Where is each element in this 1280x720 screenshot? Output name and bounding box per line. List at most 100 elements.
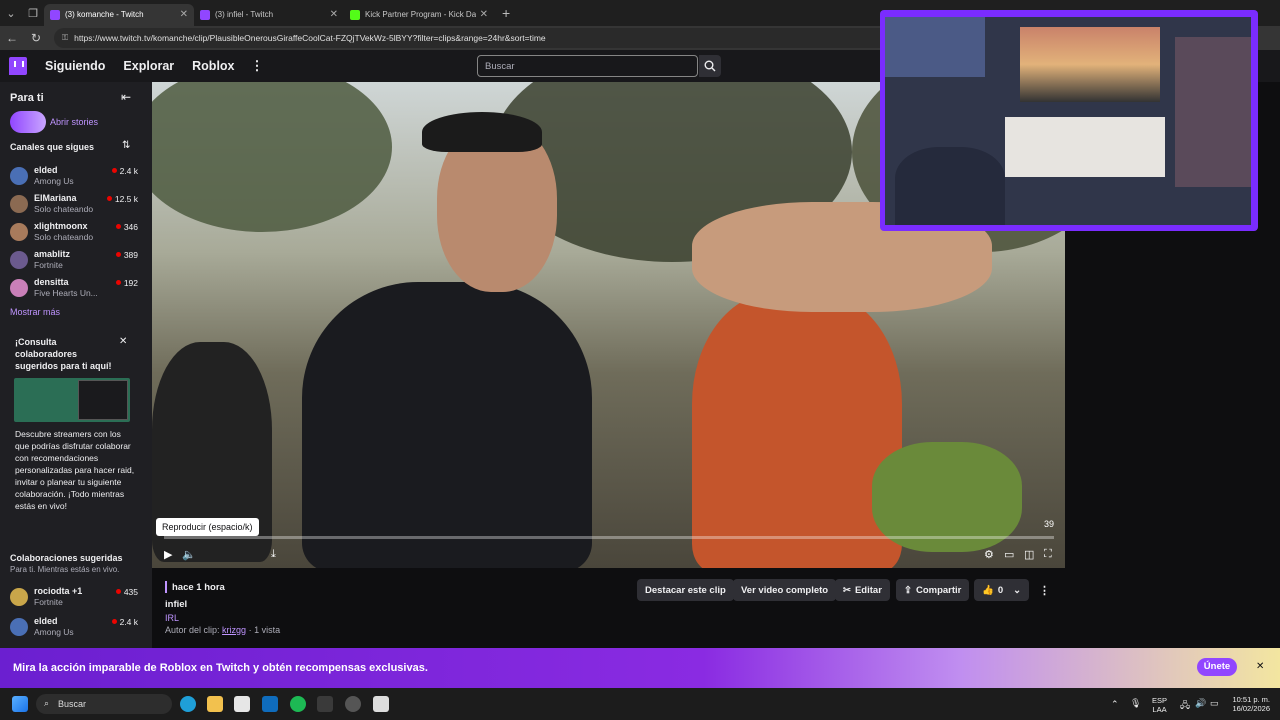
language-indicator[interactable]: ESP LAA: [1152, 696, 1167, 714]
time-text: 10:51 p. m.: [1232, 695, 1270, 704]
twitch-logo-icon[interactable]: [9, 57, 27, 75]
search-icon: [704, 60, 716, 72]
channel-name: densitta: [34, 277, 69, 287]
site-info-icon[interactable]: ⚿: [62, 33, 68, 43]
microphone-icon[interactable]: 🎙: [1130, 698, 1141, 709]
collab-channel[interactable]: elded Among Us 2.4 k: [10, 615, 138, 641]
view-count: · 1 vista: [248, 625, 281, 635]
clip-title: infiel: [165, 599, 188, 610]
reload-icon[interactable]: ↻: [24, 31, 48, 45]
collab-channel[interactable]: rociodta +1 Fortnite 435: [10, 585, 138, 611]
tab-title: (3) infiel - Twitch: [215, 10, 274, 19]
close-banner-icon[interactable]: ✕: [1256, 661, 1264, 672]
app-icon[interactable]: [317, 696, 333, 712]
channel-game: Fortnite: [34, 597, 63, 607]
channel-game: Among Us: [34, 176, 74, 186]
highlight-clip-button[interactable]: Destacar este clip: [637, 579, 734, 601]
theatre-mode-icon[interactable]: ▭: [1004, 548, 1014, 561]
followed-channel[interactable]: elded Among Us 2.4 k: [10, 164, 138, 190]
followed-channel[interactable]: xlightmoonx Solo chateando 346: [10, 220, 138, 246]
progress-bar[interactable]: [164, 536, 1054, 539]
webcam-overlay: [880, 10, 1258, 231]
join-button[interactable]: Únete: [1197, 658, 1237, 676]
volume-icon[interactable]: 🔈: [182, 548, 196, 561]
promo-title: ¡Consulta colaboradores sugeridos para t…: [15, 337, 112, 371]
viewer-count: 12.5 k: [107, 194, 138, 204]
thumbs-up-icon: 👍: [982, 584, 994, 596]
close-tab-icon[interactable]: ✕: [480, 9, 488, 20]
browser-tab-2[interactable]: (3) infiel - Twitch ✕: [194, 4, 344, 26]
region-text: LAA: [1152, 705, 1167, 714]
url-field[interactable]: ⚿ https://www.twitch.tv/komanche/clip/Pl…: [54, 28, 894, 48]
spotify-icon[interactable]: [290, 696, 306, 712]
new-tab-icon[interactable]: +: [502, 5, 510, 21]
clip-time: hace 1 hora: [172, 582, 225, 593]
channel-game: Solo chateando: [34, 204, 94, 214]
sidebar-title: Para ti: [10, 92, 44, 104]
start-icon[interactable]: [12, 696, 28, 712]
close-tab-icon[interactable]: ✕: [180, 9, 188, 20]
nav-following[interactable]: Siguiendo: [45, 59, 105, 73]
show-more-link[interactable]: Mostrar más: [10, 307, 60, 317]
volume-tray-icon[interactable]: 🔊: [1195, 698, 1206, 709]
channel-name: ElMariana: [34, 193, 77, 203]
promo-body: Descubre streamers con los que podrías d…: [15, 429, 135, 511]
back-icon[interactable]: ←: [0, 31, 24, 45]
search-button[interactable]: [699, 55, 721, 77]
outlook-icon[interactable]: [262, 696, 278, 712]
browser-tab-1[interactable]: (3) komanche - Twitch ✕: [44, 3, 194, 26]
clock[interactable]: 10:51 p. m. 16/02/2026: [1226, 695, 1270, 713]
clip-category[interactable]: IRL: [165, 613, 179, 623]
edge-icon[interactable]: [180, 696, 196, 712]
share-button[interactable]: ⇪ Compartir: [896, 579, 970, 601]
viewer-count: 389: [116, 250, 138, 260]
stories-avatars[interactable]: [10, 111, 46, 133]
search-icon: ⌕: [44, 698, 50, 708]
nav-browse[interactable]: Explorar: [123, 59, 174, 73]
chevron-down-icon[interactable]: ⌄: [1013, 585, 1021, 596]
browser-tab-3[interactable]: Kick Partner Program - Kick Dashb ✕: [344, 4, 494, 26]
viewer-count: 435: [116, 587, 138, 597]
webcam-feed: [885, 17, 1251, 225]
nav-roblox[interactable]: Roblox: [192, 59, 234, 73]
full-video-button[interactable]: Ver video completo: [733, 579, 837, 601]
like-button[interactable]: 👍 0 ⌄: [974, 579, 1030, 601]
search-input[interactable]: Buscar: [477, 55, 698, 77]
download-icon[interactable]: ⤓: [271, 548, 276, 561]
clip-author-row: Autor del clip: krizgg · 1 vista: [165, 625, 280, 635]
fullscreen-icon[interactable]: ⛶: [1044, 548, 1052, 561]
taskbar-search[interactable]: Buscar: [36, 694, 172, 714]
share-label: Compartir: [915, 584, 962, 596]
sort-icon[interactable]: ⇅: [122, 140, 130, 151]
more-options-icon[interactable]: ⋮: [251, 58, 264, 74]
store-icon[interactable]: [234, 696, 250, 712]
more-options-icon[interactable]: ⋮: [1039, 584, 1050, 597]
network-icon[interactable]: 🖧: [1180, 698, 1190, 714]
tray-chevron-icon[interactable]: ⌃: [1111, 699, 1119, 710]
channel-name: elded: [34, 165, 58, 175]
edit-button[interactable]: ✂ Editar: [835, 579, 890, 601]
followed-channel[interactable]: ElMariana Solo chateando 12.5 k: [10, 192, 138, 218]
close-tab-icon[interactable]: ✕: [330, 9, 338, 20]
like-count: 0: [997, 584, 1004, 596]
promo-image: [14, 378, 130, 422]
settings-icon[interactable]: ⚙: [984, 548, 994, 561]
obs-icon[interactable]: [345, 696, 361, 712]
viewer-count: 2.4 k: [112, 166, 138, 176]
collapse-sidebar-icon[interactable]: ⇤: [121, 90, 131, 104]
collab-promo-card: ¡Consulta colaboradores sugeridos para t…: [6, 332, 140, 546]
play-icon[interactable]: ▶: [164, 548, 172, 561]
open-stories-link[interactable]: Abrir stories: [50, 117, 98, 127]
battery-icon[interactable]: ▭: [1210, 698, 1219, 709]
tab-actions-icon[interactable]: ❐: [22, 0, 44, 26]
side-panel-icon[interactable]: ◫: [1024, 548, 1034, 561]
author-link[interactable]: krizgg: [222, 625, 246, 635]
capcut-icon[interactable]: [373, 696, 389, 712]
file-explorer-icon[interactable]: [207, 696, 223, 712]
twitch-icon: [50, 9, 60, 20]
followed-channel[interactable]: amablitz Fortnite 389: [10, 248, 138, 274]
tab-list-chevron-icon[interactable]: ⌄: [0, 0, 22, 26]
collab-subtitle: Para ti. Mientras estás en vivo.: [10, 565, 120, 574]
followed-channel[interactable]: densitta Five Hearts Un... 192: [10, 276, 138, 302]
close-icon[interactable]: ✕: [119, 336, 127, 347]
